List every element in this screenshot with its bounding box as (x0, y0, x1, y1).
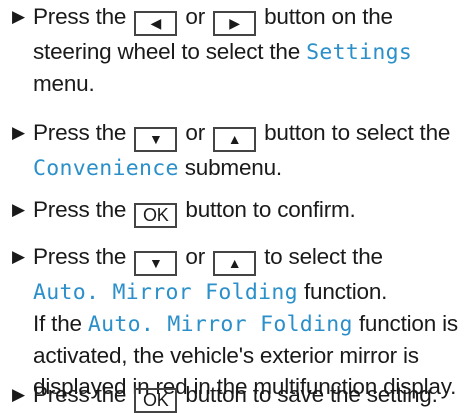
step-text-part: Press the (33, 197, 127, 222)
step-text: Press the ▼ or ▲ to select the Auto. Mir… (33, 241, 462, 402)
step-text-part: button to confirm. (185, 197, 356, 222)
function-name-auto-mirror-folding: Auto. Mirror Folding (33, 280, 298, 305)
ok-key-icon: OK (134, 388, 178, 413)
down-arrow-key-icon: ▼ (134, 127, 178, 152)
function-name-auto-mirror-folding: Auto. Mirror Folding (87, 312, 353, 337)
instruction-step-4: ▶ Press the ▼ or ▲ to select the Auto. M… (12, 241, 462, 402)
left-arrow-key-icon: ◀ (134, 11, 178, 36)
step-text-part: button to save the setting. (185, 382, 438, 407)
step-text-part: If the (33, 311, 82, 336)
step-text-part: or (185, 4, 205, 29)
step-text-part: menu. (33, 71, 95, 96)
up-arrow-key-icon: ▲ (213, 127, 257, 152)
step-text-part: Press the (33, 382, 127, 407)
instruction-step-2: ▶ Press the ▼ or ▲ button to select the … (12, 117, 462, 184)
step-text-part: or (185, 244, 205, 269)
step-text: Press the ▼ or ▲ button to select the Co… (33, 117, 462, 184)
down-arrow-key-icon: ▼ (134, 251, 178, 276)
up-arrow-key-icon: ▲ (213, 251, 257, 276)
right-arrow-key-icon: ▶ (213, 11, 257, 36)
step-text-part: Press the (33, 244, 127, 269)
step-text-part: button to select the (264, 120, 451, 145)
ok-key-icon: OK (134, 203, 178, 228)
step-text-part: to select the (264, 244, 383, 269)
step-text-part: button on the (264, 4, 393, 29)
instruction-step-5: ▶ Press the OK button to save the settin… (12, 379, 462, 413)
menu-name-settings: Settings (306, 40, 413, 65)
step-text-part: function. (303, 279, 388, 304)
step-text-part: or (185, 120, 205, 145)
step-text-part: steering wheel to select the (33, 39, 301, 64)
bullet-arrow-icon: ▶ (12, 123, 25, 142)
instruction-step-3: ▶ Press the OK button to confirm. (12, 194, 462, 228)
step-text-part: Press the (33, 4, 127, 29)
bullet-arrow-icon: ▶ (12, 200, 25, 219)
step-text-part: submenu. (184, 155, 282, 180)
step-text: Press the OK button to save the setting. (33, 379, 462, 413)
bullet-arrow-icon: ▶ (12, 247, 25, 266)
instruction-page: ▶ Press the ◀ or ▶ button on the steerin… (0, 0, 464, 413)
submenu-name-convenience: Convenience (33, 156, 179, 181)
instruction-step-1: ▶ Press the ◀ or ▶ button on the steerin… (12, 1, 462, 99)
bullet-arrow-icon: ▶ (12, 7, 25, 26)
bullet-arrow-icon: ▶ (12, 385, 25, 404)
step-text: Press the ◀ or ▶ button on the steering … (33, 1, 462, 99)
step-text: Press the OK button to confirm. (33, 194, 462, 228)
step-text-part: Press the (33, 120, 127, 145)
